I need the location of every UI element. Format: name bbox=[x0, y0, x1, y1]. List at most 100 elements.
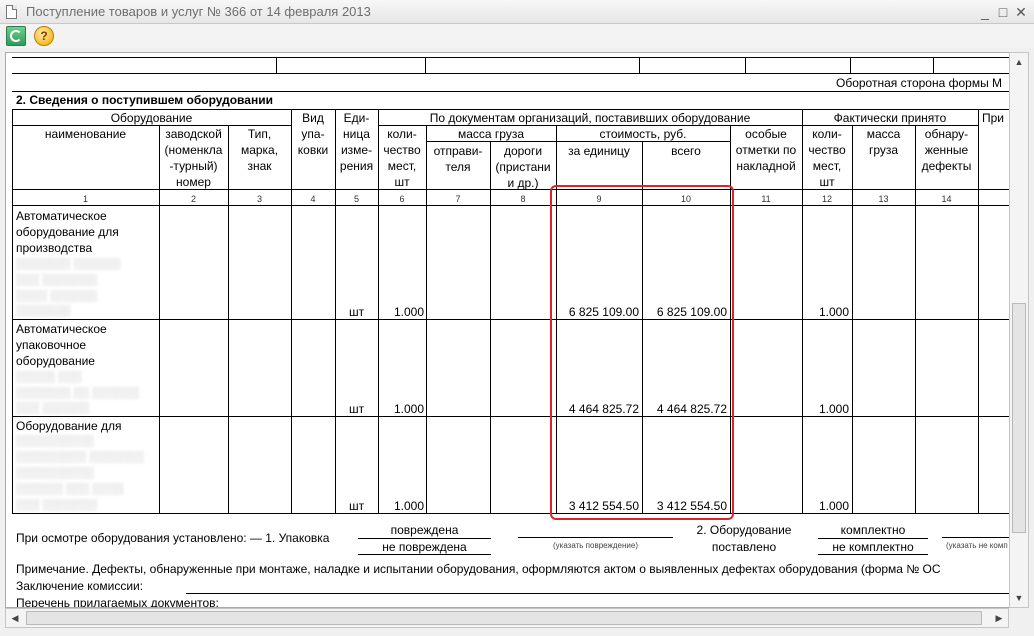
header-cost: стоимость, руб. bbox=[599, 127, 687, 141]
minimize-button[interactable]: _ bbox=[976, 3, 994, 21]
grid-line bbox=[12, 91, 1024, 92]
col-number: 12 bbox=[821, 194, 832, 204]
maximize-button[interactable]: □ bbox=[994, 3, 1012, 21]
scroll-left-arrow-icon[interactable]: ◀ bbox=[6, 609, 24, 627]
col-number: 7 bbox=[455, 194, 461, 204]
grid-line bbox=[850, 57, 851, 73]
header-per-unit: за единицу bbox=[568, 144, 630, 158]
col-number: 6 bbox=[399, 194, 405, 204]
section-title: 2. Сведения о поступившем оборудовании bbox=[16, 93, 273, 107]
row1-unit: шт bbox=[349, 305, 365, 319]
packaging-damaged: повреждена bbox=[390, 523, 459, 537]
col-number: 13 bbox=[878, 194, 889, 204]
refresh-button[interactable] bbox=[6, 26, 26, 46]
header-qty-4: шт bbox=[394, 175, 410, 189]
grid-line bbox=[12, 109, 13, 513]
grid-line bbox=[358, 554, 491, 555]
redacted-text: ▒▒▒ ▒▒▒▒▒▒▒ bbox=[16, 499, 97, 511]
header-pack-2: упа- bbox=[301, 127, 325, 141]
horizontal-scrollbar[interactable]: ◀ ▶ bbox=[5, 608, 1009, 628]
row3-actual-qty: 1.000 bbox=[818, 499, 849, 513]
grid-line bbox=[915, 125, 916, 513]
horizontal-scroll-thumb[interactable] bbox=[26, 611, 982, 625]
inspection-label: При осмотре оборудования установлено: — … bbox=[16, 531, 330, 545]
equipment-not-complete: не комплектно bbox=[832, 540, 914, 554]
header-more: При bbox=[982, 111, 1005, 125]
toolbar: ? bbox=[0, 24, 1034, 48]
header-qty-1: коли- bbox=[387, 127, 417, 141]
scroll-down-arrow-icon[interactable]: ▼ bbox=[1010, 589, 1028, 607]
header-actual: Фактически принято bbox=[833, 111, 947, 125]
grid-line bbox=[802, 125, 978, 126]
redacted-text: ▒▒▒▒▒▒▒ bbox=[16, 305, 71, 317]
header-qty-2: чество bbox=[383, 143, 421, 157]
header-factory-4: номер bbox=[176, 175, 211, 189]
header-factory-3: -турный) bbox=[169, 159, 218, 173]
header-unit-3: изме- bbox=[340, 143, 373, 157]
header-notes-1: особые bbox=[745, 127, 787, 141]
row2-unit: шт bbox=[349, 402, 365, 416]
header-type-3: знак bbox=[247, 159, 272, 173]
header-docs: По документам организаций, поставивших о… bbox=[429, 111, 751, 125]
header-notes-2: отметки по bbox=[735, 143, 797, 157]
specify-incomplete-hint: (указать не комп bbox=[946, 541, 1008, 550]
row1-name-line2: оборудование для bbox=[16, 225, 119, 239]
cost-highlight-annotation bbox=[550, 185, 734, 520]
row2-name-line3: оборудование bbox=[16, 354, 95, 368]
grid-line bbox=[12, 416, 1024, 417]
header-unit-4: рения bbox=[339, 159, 374, 173]
vertical-scrollbar[interactable]: ▲ ▼ bbox=[1009, 52, 1029, 608]
grid-line bbox=[12, 513, 1024, 514]
header-road-2: (пристани bbox=[495, 160, 551, 174]
redacted-text: ▒▒▒▒▒▒▒▒▒ ▒▒▒▒▒▒▒ bbox=[16, 451, 144, 463]
equipment-delivered-line2: поставлено bbox=[711, 540, 777, 554]
close-button[interactable]: ✕ bbox=[1012, 3, 1030, 21]
help-button[interactable]: ? bbox=[34, 26, 54, 46]
reverse-side-label: Оборотная сторона формы М bbox=[836, 76, 1003, 90]
grid-line bbox=[12, 319, 1024, 320]
vertical-scroll-thumb[interactable] bbox=[1012, 303, 1026, 533]
conclusion-label: Заключение комиссии: bbox=[16, 579, 144, 593]
grid-line bbox=[12, 57, 1024, 58]
col-number: 11 bbox=[761, 194, 771, 204]
refresh-icon bbox=[10, 30, 22, 42]
grid-line bbox=[426, 141, 556, 142]
header-unit-1: Еди- bbox=[343, 111, 370, 125]
header-sender-1: отправи- bbox=[433, 144, 483, 158]
header-equipment: Оборудование bbox=[110, 111, 193, 125]
note-text: Примечание. Дефекты, обнаруженные при мо… bbox=[16, 562, 941, 576]
redacted-text: ▒▒▒▒▒▒ ▒▒▒ ▒▒▒▒ bbox=[16, 483, 124, 495]
report-document: Оборотная сторона формы М 2. Сведения о … bbox=[5, 52, 1029, 608]
header-name: наименование bbox=[44, 127, 127, 141]
header-mass: масса груза bbox=[457, 127, 525, 141]
redacted-text: ▒▒▒▒▒▒▒▒▒▒ bbox=[16, 467, 94, 479]
redacted-text: ▒▒▒▒ ▒▒▒▒▒▒ bbox=[16, 290, 97, 302]
window-title: Поступление товаров и услуг № 366 от 14 … bbox=[26, 4, 371, 19]
header-type-1: Тип, bbox=[247, 127, 272, 141]
header-act-qty-3: мест, bbox=[812, 159, 842, 173]
header-unit-2: ница bbox=[343, 127, 370, 141]
grid-line bbox=[639, 57, 640, 73]
row3-qty: 1.000 bbox=[393, 499, 424, 513]
row1-name-line1: Автоматическое bbox=[16, 209, 107, 223]
specify-damage-hint: (указать повреждение) bbox=[552, 541, 638, 550]
document-icon bbox=[6, 5, 17, 19]
grid-line bbox=[12, 73, 1024, 74]
scroll-up-arrow-icon[interactable]: ▲ bbox=[1010, 53, 1028, 71]
header-sender-2: теля bbox=[445, 160, 471, 174]
attachments-label: Перечень прилагаемых документов: bbox=[16, 596, 219, 608]
grid-line bbox=[276, 57, 277, 73]
grid-line bbox=[933, 57, 934, 73]
grid-line bbox=[818, 554, 928, 555]
row1-name-line3: производства bbox=[16, 241, 93, 255]
grid-line bbox=[518, 537, 673, 538]
header-type-2: марка, bbox=[240, 143, 279, 157]
header-act-qty-1: коли- bbox=[812, 127, 842, 141]
grid-line bbox=[186, 593, 1024, 594]
grid-line bbox=[378, 125, 802, 126]
header-defects-2: женные bbox=[924, 143, 969, 157]
grid-line bbox=[852, 125, 853, 513]
grid-line bbox=[425, 57, 426, 73]
scroll-right-arrow-icon[interactable]: ▶ bbox=[990, 609, 1008, 627]
redacted-text: ▒▒▒▒▒▒▒▒▒▒ bbox=[16, 435, 94, 447]
